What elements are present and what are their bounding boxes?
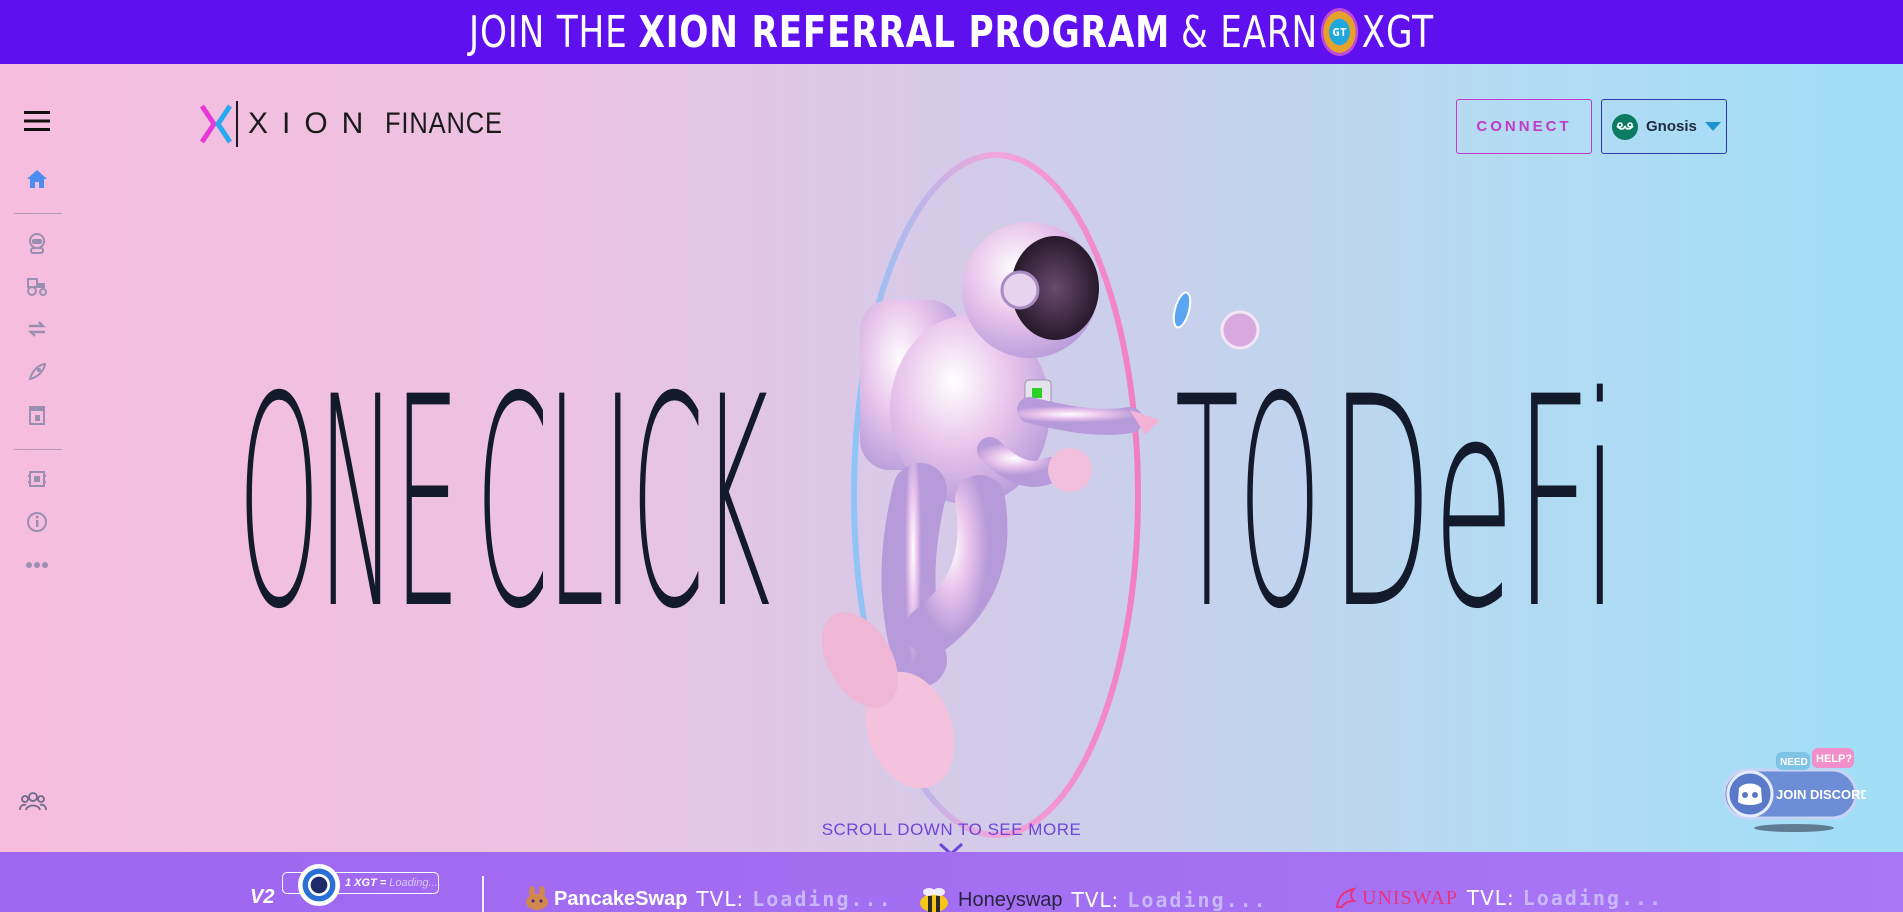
connect-button[interactable]: CONNECT <box>1456 99 1592 154</box>
tvl-value: Loading... <box>752 887 893 911</box>
banner-text-2: XION REFERRAL PROGRAM <box>638 6 1171 58</box>
honeyswap-bee-icon <box>920 888 948 912</box>
hero-word-one: ONE <box>238 336 460 673</box>
uniswap-unicorn-icon <box>1335 887 1358 908</box>
tvl-value: Loading... <box>1127 888 1268 912</box>
farm-tractor-icon[interactable] <box>22 271 52 301</box>
home-icon[interactable] <box>22 164 52 194</box>
banner-text-1: JOIN THE <box>469 6 628 58</box>
sidebar-divider <box>14 449 62 450</box>
network-label: Gnosis <box>1646 118 1697 135</box>
store-icon[interactable] <box>22 400 52 430</box>
chip-icon[interactable] <box>22 464 52 494</box>
sidebar-divider <box>14 213 62 214</box>
tvl-label: TVL: <box>696 887 745 911</box>
version-badge: V2 <box>250 886 275 908</box>
tvl-value: Loading... <box>1522 886 1664 910</box>
hero-headline-left: ONECLICK <box>238 336 771 673</box>
dex-name: Honeyswap <box>958 888 1063 911</box>
sidebar <box>0 64 74 852</box>
tvl-ticker: V2 1 XGT = Loading... PancakeSwap TVL: L… <box>0 852 1903 912</box>
xgt-coin-icon: GT <box>1321 8 1359 56</box>
logo-xion-text: XION <box>248 107 378 140</box>
xion-logo[interactable]: XION FINANCE <box>200 100 524 148</box>
rocket-icon[interactable] <box>22 357 52 387</box>
xgt-token-icon <box>298 864 340 906</box>
hero-headline-defi: DeFi <box>1330 336 1619 673</box>
network-selector[interactable]: Gnosis <box>1601 99 1727 154</box>
hero-headline-to: TO <box>1175 336 1321 673</box>
banner-text-4: XGT <box>1361 6 1434 58</box>
price-value: Loading... <box>389 877 438 889</box>
banner-text-3: & EARN <box>1180 6 1319 58</box>
menu-icon[interactable] <box>22 106 52 136</box>
referral-banner[interactable]: JOIN THE XION REFERRAL PROGRAM & EARN GT… <box>0 0 1903 64</box>
gnosis-icon <box>1612 113 1638 140</box>
info-icon[interactable] <box>22 507 52 537</box>
dex-honeyswap[interactable]: Honeyswap TVL: Loading... <box>916 886 1268 912</box>
discord-label: JOIN DISCORD <box>1776 787 1866 802</box>
hero-word-to: TO <box>1175 336 1321 673</box>
tvl-label: TVL: <box>1071 888 1120 912</box>
hero-word-click: CLICK <box>475 336 771 673</box>
dex-name: PancakeSwap <box>554 887 688 910</box>
dex-name: UNISWAP <box>1362 886 1458 909</box>
dex-pancakeswap[interactable]: PancakeSwap TVL: Loading... <box>524 886 893 912</box>
community-icon[interactable] <box>18 786 48 816</box>
discord-need: NEED <box>1780 757 1808 768</box>
astronaut-icon[interactable] <box>22 228 52 258</box>
logo-finance-text: FINANCE <box>385 107 504 140</box>
chevron-down-icon <box>1704 122 1721 131</box>
logo-separator <box>236 101 238 147</box>
hero-word-defi: DeFi <box>1330 336 1619 673</box>
more-icon[interactable] <box>22 550 52 580</box>
swap-icon[interactable] <box>22 314 52 344</box>
price-label: 1 XGT = <box>345 877 387 889</box>
join-discord-badge[interactable]: JOIN DISCORD NEED HELP? <box>1716 748 1866 834</box>
scroll-hint[interactable]: SCROLL DOWN TO SEE MORE <box>0 820 1903 840</box>
xion-x-icon <box>200 104 232 144</box>
dex-uniswap[interactable]: UNISWAP TVL: Loading... <box>1334 886 1663 910</box>
pancakeswap-bunny-icon <box>526 886 548 910</box>
tvl-label: TVL: <box>1466 886 1515 910</box>
discord-help: HELP? <box>1816 753 1852 765</box>
ticker-separator <box>482 876 484 912</box>
